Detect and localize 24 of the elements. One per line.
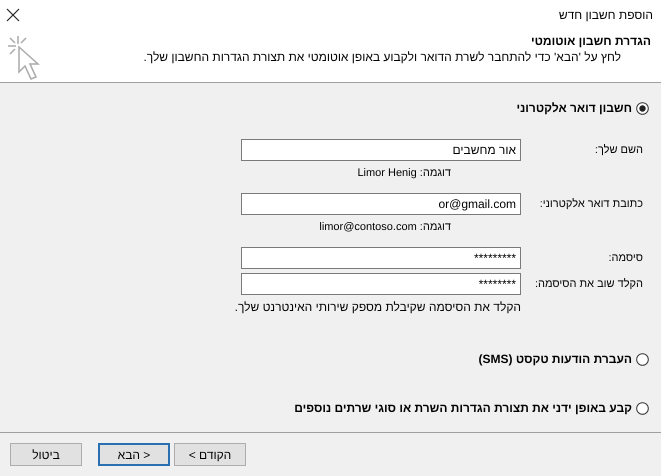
window-title: הוספת חשבון חדש [558, 8, 653, 22]
input-field[interactable]: or@gmail.com [241, 193, 521, 215]
close-icon[interactable] [6, 8, 20, 22]
example-hint: דוגמה: limor@contoso.com [318, 220, 452, 235]
input-field[interactable]: ********* [241, 247, 521, 269]
option-label[interactable]: חשבון דואר אלקטרוני [516, 101, 632, 115]
field-label: סיסמה: [607, 252, 644, 264]
field-label: השם שלך: [594, 144, 644, 156]
input-field[interactable]: ******** [241, 273, 521, 295]
example-hint: דוגמה: Limor Henig [356, 166, 452, 181]
field-label: כתובת דואר אלקטרוני: [538, 198, 644, 210]
password-note: הקלד את הסיסמה שקיבלת מספק שירותי האינטרנט שלך. [234, 299, 522, 314]
field-label: הקלד שוב את הסיסמה: [534, 278, 644, 290]
header-title: הגדרת חשבון אוטומטי [530, 34, 651, 48]
header-description: לחץ על 'הבא' כדי להתחבר לשרת הדואר ולקבוע באופן אוטומטי את תצורת הגדרות החשבון שלך. [143, 50, 622, 64]
radio-button[interactable] [636, 402, 649, 414]
radio-button[interactable] [636, 352, 649, 366]
dialog-button[interactable]: ביטול [10, 443, 82, 466]
input-field[interactable]: אור מחשבים [241, 139, 521, 161]
dialog-button[interactable]: < הבא [98, 443, 170, 466]
option-label[interactable]: העברת הודעות טקסט (SMS) [478, 352, 632, 366]
dialog-button[interactable]: הקודם > [174, 443, 246, 466]
option-label[interactable]: קבע באופן ידני את תצורת הגדרות השרת או סוגי שרתים נוספים [294, 401, 632, 415]
radio-button[interactable] [636, 102, 649, 114]
